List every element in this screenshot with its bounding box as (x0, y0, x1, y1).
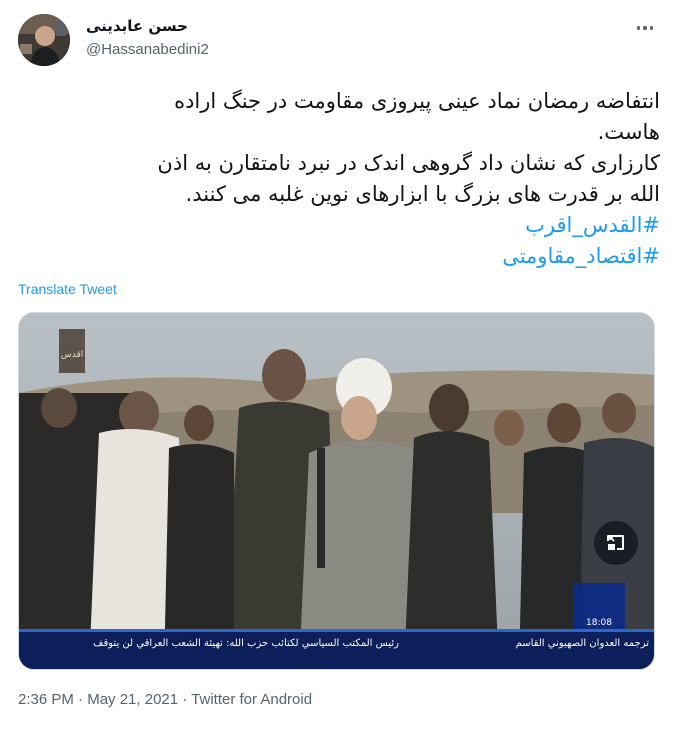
tweet-metadata: 2:36 PM · May 21, 2021 · Twitter for And… (18, 691, 312, 708)
ticker-text: رئيس المكتب السياسي لكتائب حزب الله: تهي… (93, 638, 399, 649)
video-media[interactable]: اقدس 18:08 رئيس المكتب السياسي لكتائب حز… (18, 312, 655, 670)
meta-separator: · (78, 691, 88, 708)
tweet-text-line: هاست. (597, 120, 660, 144)
more-options-icon[interactable] (632, 18, 658, 38)
hashtag-link[interactable]: #اقتصاد_مقاومتی (502, 244, 660, 268)
tweet-date[interactable]: May 21, 2021 (87, 691, 182, 708)
tweet-time[interactable]: 2:36 PM (18, 691, 78, 708)
translate-tweet-link[interactable]: Translate Tweet (18, 281, 117, 297)
display-name[interactable]: حسن عابدینی (86, 17, 188, 35)
tweet-text-line: انتفاضه رمضان نماد عینی پیروزی مقاومت در… (174, 89, 660, 113)
avatar-image (18, 14, 70, 66)
user-handle[interactable]: @Hassanabedini2 (86, 41, 209, 58)
hashtag-link[interactable]: #القدس_اقرب (525, 213, 660, 237)
ticker-right-text: ترجمه العدوان الصهيوني القاسم (516, 638, 650, 649)
picture-in-picture-icon[interactable] (594, 521, 638, 565)
tweet-text-line: الله بر قدرت های بزرگ با ابزارهای نوین غ… (185, 182, 660, 206)
meta-separator: · (182, 691, 192, 708)
tweet-text: انتفاضه رمضان نماد عینی پیروزی مقاومت در… (18, 86, 660, 272)
tweet-source[interactable]: Twitter for Android (191, 691, 312, 708)
ticker-clock: 18:08 (586, 618, 612, 628)
tweet-text-line: کارزاری که نشان داد گروهی اندک در نبرد ن… (157, 151, 660, 175)
channel-logo: اقدس (61, 350, 84, 360)
avatar[interactable] (18, 14, 70, 66)
tweet-card: حسن عابدینی @Hassanabedini2 انتفاضه رمضا… (0, 0, 677, 733)
video-frame: اقدس 18:08 رئيس المكتب السياسي لكتائب حز… (19, 313, 654, 669)
